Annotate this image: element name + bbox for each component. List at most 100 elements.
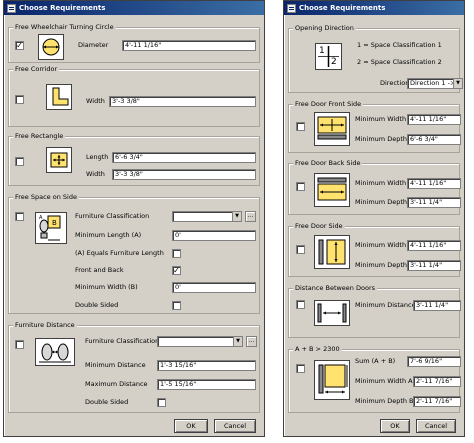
checkbox-space-side[interactable] <box>15 212 24 221</box>
label-doors-min-distance: Minimum Distance <box>355 301 416 309</box>
group-opening-direction: Opening Direction 1 2 1 = Space Classifi… <box>288 24 463 93</box>
legend-ab: A + B > 2300 <box>293 345 342 354</box>
checkbox-front-back[interactable]: ✓ <box>172 266 181 275</box>
space-on-side-icon: BA <box>35 212 67 244</box>
chevron-down-icon: ▼ <box>232 212 241 221</box>
checkbox-door-back[interactable] <box>296 182 305 191</box>
legend-doors-between: Distance Between Doors <box>293 284 378 293</box>
group-wheelchair: Free Wheelchair Turning Circle ✓ Diamete… <box>8 23 260 63</box>
label-side-min-width: Minimum Width <box>355 241 407 249</box>
input-min-distance[interactable]: 1'-3 15/16" <box>157 360 256 371</box>
group-ab: A + B > 2300 Sum (A + B) 7'-6 9/16" Mini… <box>288 345 461 413</box>
label-min-depth-b: Minimum Depth B <box>355 397 414 405</box>
label-corridor-width: Width <box>86 97 105 105</box>
wheelchair-circle-icon <box>38 34 64 60</box>
window-icon <box>287 3 296 13</box>
right-titlebar[interactable]: Choose Requirements <box>284 1 464 15</box>
label-furn-class-1: Furniture Classification <box>75 212 150 220</box>
checkbox-equals-length[interactable] <box>172 249 181 258</box>
label-diameter: Diameter <box>78 41 109 49</box>
input-side-min-depth[interactable]: 3'-11 1/4" <box>407 260 461 271</box>
label-sum-ab: Sum (A + B) <box>355 357 396 365</box>
label-equals-length: (A) Equals Furniture Length <box>75 249 164 257</box>
input-side-min-width[interactable]: 4'-11 1/16" <box>407 240 461 251</box>
checkbox-rectangle[interactable] <box>15 157 24 166</box>
checkbox-wheelchair[interactable]: ✓ <box>15 41 24 50</box>
input-rect-length[interactable]: 6'-6 3/4" <box>112 152 256 163</box>
opening-pic-2: 2 <box>331 57 337 67</box>
group-door-front: Free Door Front Side Minimum Width 4'-11… <box>288 100 461 153</box>
label-min-width-a: Minimum Width A <box>355 377 413 385</box>
right-dialog: Choose Requirements Opening Direction 1 … <box>283 0 465 437</box>
input-doors-min-distance[interactable]: 3'-11 1/4" <box>413 300 461 311</box>
input-back-min-depth[interactable]: 3'-11 1/4" <box>407 197 461 208</box>
label-double-sided-1: Double Sided <box>75 301 119 309</box>
group-door-back: Free Door Back Side Minimum Width 4'-11 … <box>288 159 461 215</box>
legend-door-side: Free Door Side <box>293 222 345 231</box>
label-front-back: Front and Back <box>75 266 124 274</box>
label-rect-width: Width <box>86 170 105 178</box>
input-front-min-width[interactable]: 4'-11 1/16" <box>407 114 461 125</box>
legend-wheelchair: Free Wheelchair Turning Circle <box>13 23 116 32</box>
corridor-icon <box>46 84 72 110</box>
left-dialog: Choose Requirements Free Wheelchair Turn… <box>3 0 265 437</box>
input-rect-width[interactable]: 3'-3 3/8" <box>112 169 256 180</box>
legend-furn-distance: Furniture Distance <box>13 321 77 330</box>
left-titlebar[interactable]: Choose Requirements <box>4 1 264 15</box>
ellipsis-button-2[interactable]: ... <box>246 336 257 347</box>
left-title: Choose Requirements <box>19 4 106 12</box>
legend-space-side: Free Space on Side <box>13 193 79 202</box>
input-min-length[interactable]: 0' <box>172 230 256 241</box>
input-sum-ab[interactable]: 7'-6 9/16" <box>407 356 461 367</box>
rectangle-icon <box>46 147 72 173</box>
dropdown-furn-class-1[interactable]: ▼ <box>172 211 242 222</box>
input-diameter[interactable]: 4'-11 1/16" <box>122 40 256 51</box>
group-doors-between: Distance Between Doors Minimum Distance … <box>288 284 461 338</box>
checkbox-ab[interactable] <box>296 364 305 373</box>
label-max-distance: Maximum Distance <box>85 380 148 388</box>
checkbox-door-front[interactable] <box>296 122 305 131</box>
right-title: Choose Requirements <box>299 4 386 12</box>
input-back-min-width[interactable]: 4'-11 1/16" <box>407 178 461 189</box>
label-back-min-depth: Minimum Depth <box>355 198 407 206</box>
dropdown-direction[interactable]: Direction 1 -> 2 ▼ <box>407 78 463 89</box>
input-front-min-depth[interactable]: 6'-6 3/4" <box>407 134 461 145</box>
label-direction: Direction <box>380 79 410 87</box>
doors-between-icon <box>314 300 350 326</box>
checkbox-furn-distance[interactable] <box>15 340 24 349</box>
input-max-distance[interactable]: 1'-5 15/16" <box>157 379 256 390</box>
label-min-length: Minimum Length (A) <box>75 231 142 239</box>
ab-icon <box>314 360 350 400</box>
legend-door-back: Free Door Back Side <box>293 159 363 168</box>
window-icon <box>7 3 16 13</box>
left-ok-button[interactable]: OK <box>174 419 208 433</box>
left-cancel-button[interactable]: Cancel <box>214 419 256 433</box>
right-cancel-button[interactable]: Cancel <box>416 419 456 433</box>
checkbox-double-sided-2[interactable] <box>157 398 166 407</box>
checkbox-corridor[interactable] <box>15 95 24 104</box>
group-rectangle: Free Rectangle Length 6'-6 3/4" Width 3'… <box>8 132 260 186</box>
group-door-side: Free Door Side Minimum Width 4'-11 1/16"… <box>288 222 461 277</box>
input-min-width-a[interactable]: 2'-11 7/16" <box>413 376 461 387</box>
group-corridor: Free Corridor Width 3'-3 3/8" <box>8 65 260 127</box>
legend-corridor: Free Corridor <box>13 65 60 74</box>
checkbox-door-side[interactable] <box>296 245 305 254</box>
checkbox-double-sided-1[interactable] <box>172 301 181 310</box>
label-rect-length: Length <box>86 153 109 161</box>
input-corridor-width[interactable]: 3'-3 3/8" <box>109 96 256 107</box>
dropdown-furn-class-2[interactable]: ▼ <box>157 336 243 347</box>
checkbox-doors-between[interactable] <box>296 300 305 309</box>
legend-rectangle: Free Rectangle <box>13 132 66 141</box>
chevron-down-icon: ▼ <box>453 79 462 88</box>
opening-pic-1: 1 <box>319 46 325 56</box>
svg-text:A: A <box>39 215 43 221</box>
ellipsis-button-1[interactable]: ... <box>245 211 256 222</box>
label-front-min-width: Minimum Width <box>355 115 407 123</box>
label-furn-class-2: Furniture Classification <box>85 337 160 345</box>
svg-text:B: B <box>52 219 57 227</box>
input-min-depth-b[interactable]: 2'-11 7/16" <box>413 396 461 407</box>
label-front-min-depth: Minimum Depth <box>355 135 407 143</box>
label-space-class-2: 2 = Space Classification 2 <box>357 58 442 66</box>
input-min-width[interactable]: 0' <box>172 282 256 293</box>
right-ok-button[interactable]: OK <box>380 419 410 433</box>
